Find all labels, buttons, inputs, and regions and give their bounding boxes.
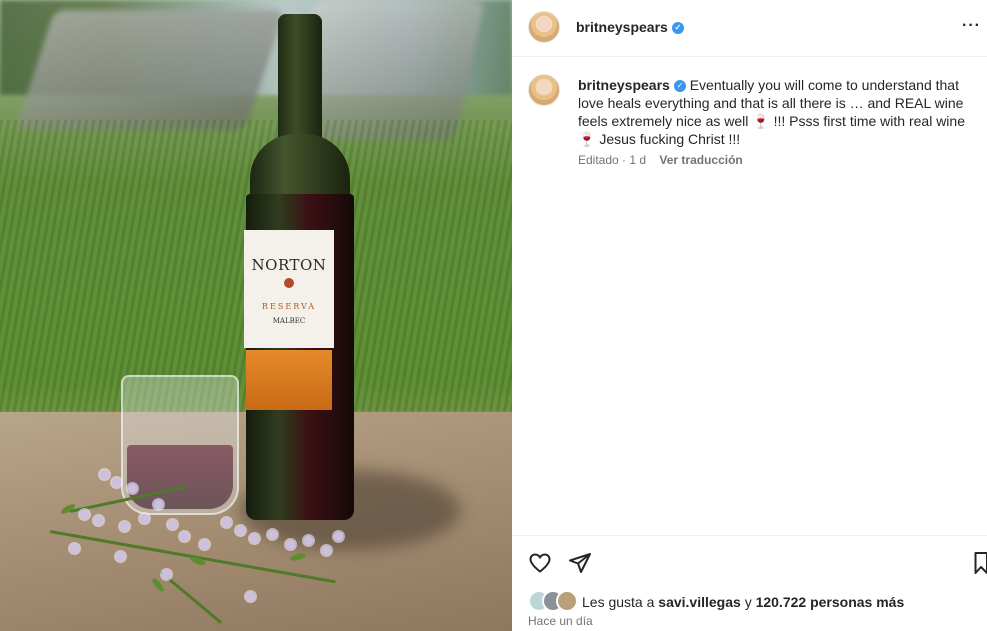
likes-prefix: Les gusta a <box>582 594 655 610</box>
post-header: britneyspears ✓ ··· <box>512 0 987 57</box>
liker-username[interactable]: savi.villegas <box>658 594 741 610</box>
post-actions <box>512 535 987 595</box>
bottle-lower-label <box>246 350 332 410</box>
edited-label: Editado · 1 d <box>578 153 647 167</box>
post-side-panel: britneyspears ✓ ··· britneyspears ✓ Eventu… <box>512 0 987 631</box>
likes-count[interactable]: 120.722 personas más <box>756 594 905 610</box>
see-translation-link[interactable]: Ver traducción <box>659 153 742 167</box>
photo-flowers <box>49 470 350 625</box>
post-photo[interactable]: NORTON RESERVA MALBEC <box>0 0 512 631</box>
verified-badge-icon: ✓ <box>673 80 686 93</box>
likes-conj: y <box>744 594 752 610</box>
header-username-text[interactable]: britneyspears <box>576 19 668 35</box>
bookmark-icon[interactable] <box>974 551 987 580</box>
bottle-variety: MALBEC <box>272 317 306 325</box>
bottle-label: NORTON RESERVA MALBEC <box>244 230 334 348</box>
more-horizontal-icon[interactable]: ··· <box>962 17 981 35</box>
bottle-brand: NORTON <box>251 256 327 274</box>
caption-avatar[interactable] <box>528 74 560 106</box>
caption-username[interactable]: britneyspears <box>578 77 670 93</box>
post-timestamp[interactable]: Hace un día <box>528 614 593 628</box>
likes-summary: Les gusta a savi.villegas y 120.722 pers… <box>582 594 904 610</box>
caption-meta: Editado · 1 d Ver traducción <box>578 153 743 167</box>
verified-badge-icon: ✓ <box>671 22 684 35</box>
bottle-line: RESERVA <box>262 302 316 311</box>
liker-avatar <box>556 590 578 612</box>
bottle-emblem <box>284 278 294 288</box>
post-caption: britneyspears ✓ Eventually you will come … <box>578 76 978 148</box>
avatar[interactable] <box>528 11 560 43</box>
send-icon[interactable] <box>568 551 592 580</box>
header-username[interactable]: britneyspears ✓ <box>576 19 684 35</box>
wine-bottle: NORTON RESERVA MALBEC <box>244 14 356 520</box>
heart-icon[interactable] <box>528 551 552 580</box>
